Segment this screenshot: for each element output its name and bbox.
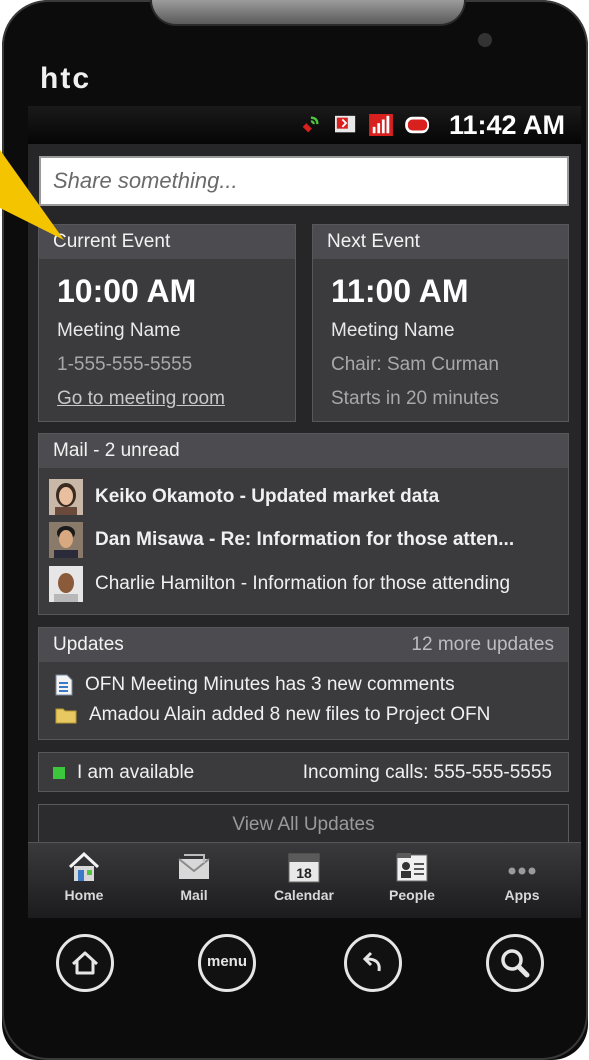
hardware-menu-button[interactable]: menu [198,934,256,992]
nav-calendar-label: Calendar [274,887,334,903]
nav-home-label: Home [64,887,104,903]
document-icon [55,674,73,696]
signal-bars-icon [369,114,393,136]
avatar [49,479,83,515]
mail-item-text: Dan Misawa - Re: Information for those a… [95,529,515,550]
updates-header: Updates 12 more updates [39,628,568,662]
brand-logo: htc [40,62,91,95]
nav-mail[interactable]: Mail [144,849,244,915]
bottom-nav: Home Mail 18 Calendar People Apps [28,842,581,918]
meeting-room-link[interactable]: Go to meeting room [39,376,295,410]
back-icon [362,951,381,972]
calendar-icon: 18 [288,853,320,883]
update-item[interactable]: Amadou Alain added 8 new files to Projec… [55,704,490,726]
battery-icon [405,116,429,134]
hardware-search-button[interactable] [486,934,544,992]
nav-calendar[interactable]: 18 Calendar [254,849,354,915]
nav-people-label: People [389,887,435,903]
update-item[interactable]: OFN Meeting Minutes has 3 new comments [55,674,455,696]
people-icon [396,853,428,882]
mail-item-text: Charlie Hamilton - Information for those… [95,573,511,594]
mail-header: Mail - 2 unread [39,434,568,468]
speaker-grille [150,0,466,26]
nav-apps[interactable]: Apps [472,849,572,915]
share-input[interactable] [41,158,567,204]
nav-apps-label: Apps [504,887,540,903]
home-icon [68,851,100,881]
mail-item-text: Keiko Okamoto - Updated market data [95,486,440,507]
home-icon [71,951,99,975]
current-event-header: Current Event [39,225,295,259]
hardware-home-button[interactable] [56,934,114,992]
next-event-starts: Starts in 20 minutes [331,388,499,409]
current-event-time: 10:00 AM [57,273,197,309]
callout-pointer-icon [0,150,64,240]
availability-status: I am available [77,762,195,783]
avatar [49,566,83,602]
menu-label: menu [206,953,247,970]
presence-bar[interactable]: I am available Incoming calls: 555-555-5… [38,752,569,792]
avatar [49,522,83,558]
mail-item[interactable]: Dan Misawa - Re: Information for those a… [49,521,514,559]
status-bar: 11:42 AM [28,106,581,144]
nav-mail-label: Mail [180,887,208,903]
next-event-time: 11:00 AM [331,273,469,309]
next-event-header: Next Event [313,225,568,259]
mail-icon [178,854,210,879]
next-event-name: Meeting Name [331,320,455,341]
update-item-text: Amadou Alain added 8 new files to Projec… [89,704,491,725]
folder-icon [55,708,77,724]
current-event-card[interactable]: Current Event 10:00 AM Meeting Name 1-55… [38,224,296,422]
phone-frame: htc 11:42 AM Share something... Current … [2,0,588,1060]
view-all-updates-button[interactable]: View All Updates [38,804,569,844]
view-all-label: View All Updates [232,814,375,835]
phone-signal-icon [302,116,319,133]
more-updates-link[interactable]: 12 more updates [411,634,554,656]
next-event-chair: Chair: Sam Curman [331,354,499,375]
mail-item[interactable]: Keiko Okamoto - Updated market data [49,478,439,516]
updates-title: Updates [53,634,124,655]
hardware-back-button[interactable] [344,934,402,992]
front-camera [478,33,492,47]
calendar-badge: 18 [296,865,312,881]
current-event-name: Meeting Name [57,320,181,341]
mail-item[interactable]: Charlie Hamilton - Information for those… [49,565,510,603]
nav-people[interactable]: People [362,849,462,915]
current-event-phone[interactable]: 1-555-555-5555 [39,342,295,376]
update-item-text: OFN Meeting Minutes has 3 new comments [85,674,455,695]
updates-card: Updates 12 more updates OFN Meeting Minu… [38,627,569,740]
next-event-card[interactable]: Next Event 11:00 AM Meeting Name Chair: … [312,224,569,422]
search-icon [501,949,530,978]
clock: 11:42 AM [448,110,565,140]
share-box[interactable] [39,156,569,206]
incoming-calls: Incoming calls: 555-555-5555 [302,762,552,783]
message-icon [335,115,356,133]
apps-icon [508,867,536,875]
nav-home[interactable]: Home [34,849,134,915]
mail-card: Mail - 2 unread Keiko Okamoto - Updated … [38,433,569,615]
screen: 11:42 AM Current Event 10:00 AM Meeting … [28,106,581,918]
availability-dot-icon [53,767,65,779]
